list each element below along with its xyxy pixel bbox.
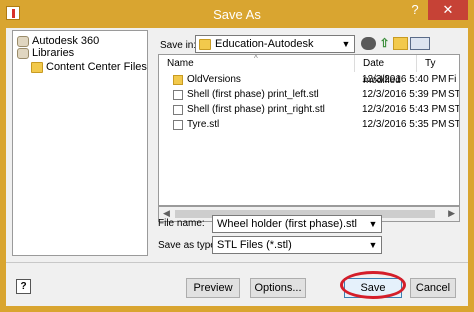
file-type-cell: ST: [448, 89, 460, 100]
stl-file-icon: [173, 105, 183, 115]
column-header-type[interactable]: Ty: [417, 55, 459, 72]
title-help-button[interactable]: ?: [405, 0, 425, 20]
file-name-cell: Shell (first phase) print_right.stl: [187, 104, 325, 115]
file-name-cell: OldVersions: [187, 74, 241, 85]
save-in-label: Save in:: [160, 40, 197, 51]
title-bar: Save As ? ✕: [0, 0, 474, 28]
file-name-cell: Shell (first phase) print_left.stl: [187, 89, 319, 100]
scroll-right-icon[interactable]: ▶: [448, 208, 455, 219]
close-button[interactable]: ✕: [428, 0, 468, 20]
file-name-label: File name:: [158, 218, 205, 229]
save-as-type-dropdown[interactable]: STL Files (*.stl) ▼: [212, 236, 382, 254]
places-sidebar: Autodesk 360 Libraries Content Center Fi…: [12, 30, 148, 256]
highlight-circle: [340, 271, 406, 299]
place-libraries[interactable]: Libraries: [17, 46, 74, 60]
file-name-cell: Tyre.stl: [187, 119, 220, 130]
column-name-label: Name: [167, 58, 194, 69]
chevron-down-icon: ▼: [368, 240, 378, 250]
cancel-button[interactable]: Cancel: [410, 278, 456, 298]
file-list[interactable]: ^ Name Date modified Ty OldVersions 12/3…: [158, 54, 460, 206]
folder-icon: [31, 61, 43, 73]
file-date-cell: 12/3/2016 5:40 PM: [362, 74, 447, 85]
file-date-cell: 12/3/2016 5:39 PM: [362, 89, 447, 100]
file-row-tyre[interactable]: Tyre.stl 12/3/2016 5:35 PM ST: [159, 118, 459, 132]
place-label: Libraries: [32, 47, 75, 59]
folder-icon: [199, 39, 211, 50]
views-menu-icon[interactable]: [410, 37, 430, 50]
help-button[interactable]: ?: [16, 279, 31, 294]
file-date-cell: 12/3/2016 5:35 PM: [362, 119, 447, 130]
divider: [6, 262, 468, 263]
save-as-type-label: Save as type:: [158, 240, 219, 251]
file-name-input[interactable]: Wheel holder (first phase).stl ▼: [212, 215, 382, 233]
back-icon[interactable]: [361, 37, 376, 50]
up-folder-icon[interactable]: ⇧: [377, 37, 392, 50]
stl-file-icon: [173, 120, 183, 130]
window-title: Save As: [213, 7, 261, 22]
file-row-oldversions[interactable]: OldVersions 12/3/2016 5:40 PM Fi: [159, 73, 459, 87]
file-type-cell: ST: [448, 104, 460, 115]
file-type-cell: ST: [448, 119, 460, 130]
sort-arrow-icon: ^: [254, 54, 258, 63]
chevron-down-icon: ▼: [341, 39, 351, 49]
file-date-cell: 12/3/2016 5:43 PM: [362, 104, 447, 115]
stl-file-icon: [173, 90, 183, 100]
options-button[interactable]: Options...: [250, 278, 306, 298]
save-in-value: Education-Autodesk: [215, 38, 314, 50]
folder-icon: [173, 75, 183, 85]
place-label: Content Center Files: [46, 61, 147, 73]
chevron-down-icon[interactable]: ▼: [367, 218, 379, 230]
preview-button[interactable]: Preview: [186, 278, 240, 298]
new-folder-icon[interactable]: [393, 37, 408, 50]
place-content-center-files[interactable]: Content Center Files: [31, 60, 147, 74]
column-header-date[interactable]: Date modified: [355, 55, 417, 86]
file-type-cell: Fi: [448, 74, 457, 85]
file-row-shell-right[interactable]: Shell (first phase) print_right.stl 12/3…: [159, 103, 459, 117]
autodesk-360-icon: [17, 35, 29, 47]
libraries-icon: [17, 47, 29, 59]
column-header-name[interactable]: ^ Name: [159, 55, 355, 72]
file-row-shell-left[interactable]: Shell (first phase) print_left.stl 12/3/…: [159, 88, 459, 102]
save-as-type-value: STL Files (*.stl): [217, 239, 292, 251]
file-name-value: Wheel holder (first phase).stl: [217, 218, 357, 230]
save-in-dropdown[interactable]: Education-Autodesk ▼: [195, 35, 355, 53]
